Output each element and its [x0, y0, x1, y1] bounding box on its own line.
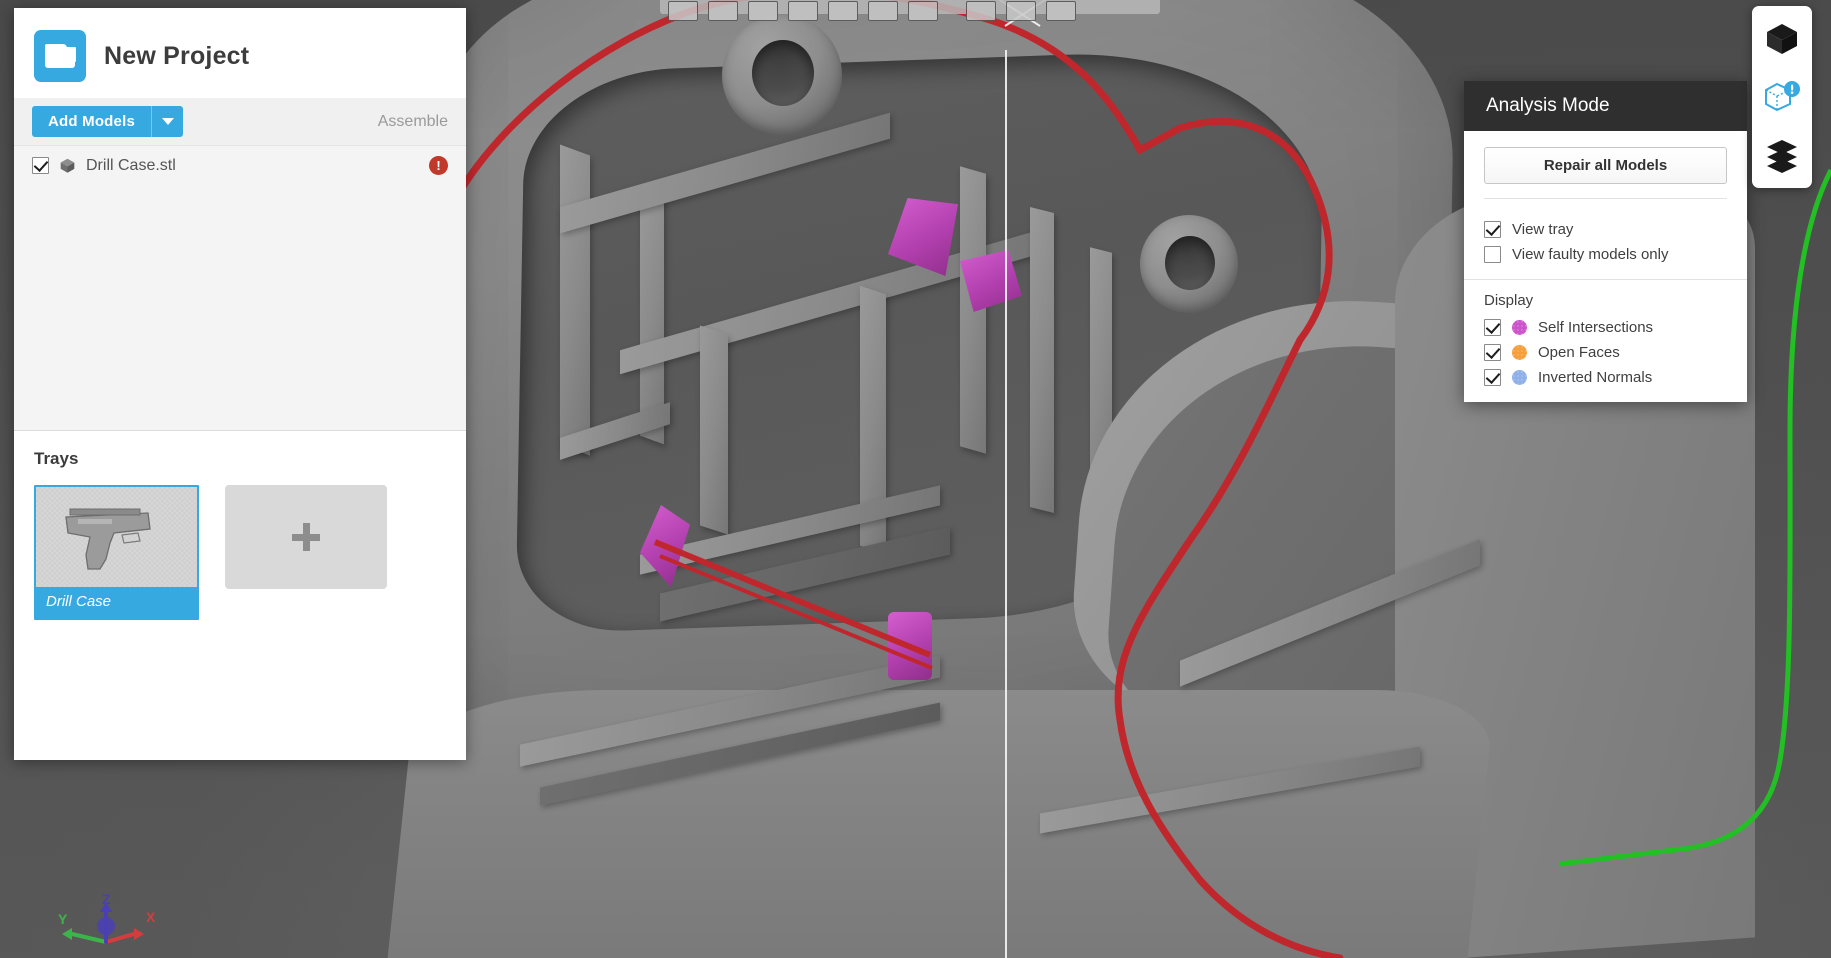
error-badge-icon[interactable]: ! [429, 156, 448, 175]
self-intersections-color-swatch [1512, 320, 1527, 335]
option-open-faces[interactable]: Open Faces [1484, 340, 1727, 365]
crosshair-vertical [1005, 50, 1007, 958]
axis-label-x: X [146, 909, 156, 925]
chevron-down-icon [161, 118, 174, 125]
assemble-button[interactable]: Assemble [378, 113, 448, 131]
plus-icon [292, 523, 320, 551]
analysis-panel-title: Analysis Mode [1464, 81, 1747, 131]
option-view-tray[interactable]: View tray [1484, 217, 1727, 242]
tray-label: Drill Case [46, 593, 112, 610]
project-panel: New Project Add Models Assemble Drill Ca… [14, 8, 466, 760]
view-faulty-models-only-label: View faulty models only [1512, 246, 1669, 263]
trays-title: Trays [34, 449, 79, 468]
view-align-1-icon[interactable] [966, 1, 996, 21]
view-top-icon[interactable] [828, 1, 858, 21]
display-options-group: Display Self Intersections Open Faces In… [1464, 279, 1747, 402]
inverted-normals-label: Inverted Normals [1538, 369, 1653, 386]
layers-stack-icon [1767, 140, 1797, 173]
inverted-normals-color-swatch [1512, 370, 1527, 385]
tray-card-drill-case[interactable]: Drill Case [34, 485, 199, 620]
page-title: New Project [104, 41, 250, 70]
view-orientation-toolbar[interactable] [660, 0, 1160, 21]
analysis-mode-panel: Analysis Mode Repair all Models View tra… [1464, 81, 1747, 402]
view-left-icon[interactable] [748, 1, 778, 21]
view-bottom-icon[interactable] [868, 1, 898, 21]
view-back-icon[interactable] [708, 1, 738, 21]
view-align-3-icon[interactable] [1046, 1, 1076, 21]
repair-all-models-button[interactable]: Repair all Models [1484, 147, 1727, 184]
option-inverted-normals[interactable]: Inverted Normals [1484, 365, 1727, 390]
axis-gizmo[interactable]: Z X Y [58, 890, 168, 956]
add-models-group: Add Models [32, 106, 183, 137]
drill-outline-shape [65, 508, 151, 570]
application-window: Z X Y New Project Add Models Assemble Dr… [0, 0, 1831, 958]
preview-mode-button[interactable] [1761, 134, 1803, 176]
cube-icon [60, 158, 75, 173]
self-intersections-checkbox[interactable] [1484, 319, 1501, 336]
view-front-icon[interactable] [668, 1, 698, 21]
model-list-item[interactable]: Drill Case.stl ! [14, 146, 466, 185]
inverted-normals-checkbox[interactable] [1484, 369, 1501, 386]
add-models-dropdown-button[interactable] [151, 106, 183, 137]
display-group-title: Display [1484, 292, 1534, 309]
axis-label-z: Z [102, 891, 111, 907]
trays-section: Trays Drill Case [14, 430, 466, 760]
self-intersections-label: Self Intersections [1538, 319, 1654, 336]
axis-label-y: Y [58, 911, 68, 927]
project-panel-header: New Project [14, 8, 466, 98]
wireframe-cube-warning-icon [1765, 81, 1800, 112]
add-models-button[interactable]: Add Models [32, 106, 151, 137]
open-faces-color-swatch [1512, 345, 1527, 360]
model-visibility-checkbox[interactable] [32, 157, 49, 174]
drill-case-thumbnail [36, 487, 197, 587]
view-align-2-icon[interactable] [1006, 1, 1036, 21]
tray-list: Drill Case [34, 485, 446, 620]
option-self-intersections[interactable]: Self Intersections [1484, 315, 1727, 340]
mode-toolbar [1752, 6, 1812, 188]
model-list: Drill Case.stl ! [14, 145, 466, 430]
open-faces-label: Open Faces [1538, 344, 1620, 361]
analysis-panel-body: Repair all Models [1464, 131, 1747, 205]
solid-cube-icon [1767, 24, 1797, 54]
project-action-bar: Add Models Assemble [14, 98, 466, 145]
open-faces-checkbox[interactable] [1484, 344, 1501, 361]
divider [1484, 198, 1727, 199]
view-faulty-models-only-checkbox[interactable] [1484, 246, 1501, 263]
model-name-label: Drill Case.stl [86, 156, 176, 174]
view-options-group: View tray View faulty models only [1464, 205, 1747, 279]
analysis-mode-button[interactable] [1761, 76, 1803, 118]
add-tray-button[interactable] [225, 485, 387, 589]
view-iso-icon[interactable] [908, 1, 938, 21]
folder-icon [34, 30, 86, 82]
option-view-faulty-models-only[interactable]: View faulty models only [1484, 242, 1727, 267]
view-tray-checkbox[interactable] [1484, 221, 1501, 238]
prepare-mode-button[interactable] [1761, 18, 1803, 60]
view-right-icon[interactable] [788, 1, 818, 21]
view-tray-label: View tray [1512, 221, 1574, 238]
